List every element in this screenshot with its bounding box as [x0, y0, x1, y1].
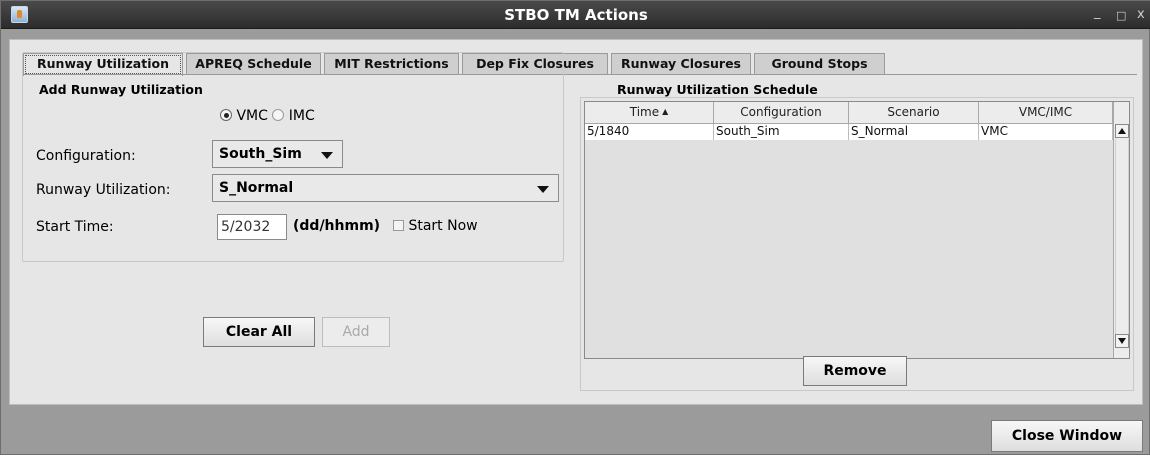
title-bar[interactable]: STBO TM Actions _ □ x — [1, 1, 1150, 29]
chevron-down-icon — [537, 186, 549, 193]
tab-ground-stops[interactable]: Ground Stops — [754, 53, 885, 74]
scrollbar-track[interactable] — [1115, 139, 1129, 334]
chevron-down-icon — [321, 152, 333, 159]
checkbox-icon — [393, 220, 404, 231]
remove-button[interactable]: Remove — [803, 356, 907, 386]
sort-ascending-icon: ▲ — [662, 107, 669, 116]
condition-radio-group: VMC IMC — [220, 108, 315, 124]
imc-radio[interactable]: IMC — [272, 108, 315, 124]
table-row[interactable]: 5/1840 South_Sim S_Normal VMC — [585, 124, 1113, 140]
vmc-radio[interactable]: VMC — [220, 108, 268, 124]
scroll-up-icon[interactable] — [1115, 124, 1129, 138]
column-header-configuration[interactable]: Configuration — [714, 102, 849, 124]
maximize-icon[interactable]: □ — [1116, 9, 1126, 22]
cell-vmc-imc: VMC — [979, 124, 1113, 140]
add-runway-utilization-title: Add Runway Utilization — [37, 82, 205, 97]
tab-runway-closures[interactable]: Runway Closures — [611, 53, 751, 74]
cell-scenario: S_Normal — [849, 124, 979, 140]
runway-utilization-dropdown[interactable]: S_Normal — [212, 174, 559, 202]
column-header-label: Time — [629, 105, 660, 119]
start-time-format: (dd/hhmm) — [293, 218, 381, 234]
radio-selected-icon — [220, 109, 232, 121]
add-button[interactable]: Add — [322, 317, 390, 347]
scroll-down-icon[interactable] — [1115, 334, 1129, 348]
column-header-time[interactable]: Time ▲ — [585, 102, 714, 124]
tab-label: Ground Stops — [771, 56, 868, 71]
configuration-value: South_Sim — [219, 146, 302, 162]
schedule-table: Time ▲ Configuration Scenario VMC/IMC 5/1… — [584, 101, 1130, 359]
column-header-scenario[interactable]: Scenario — [849, 102, 979, 124]
cell-configuration: South_Sim — [714, 124, 849, 140]
vertical-scrollbar[interactable] — [1113, 102, 1129, 358]
column-header-vmc-imc[interactable]: VMC/IMC — [979, 102, 1113, 124]
radio-unselected-icon — [272, 109, 285, 121]
window-title: STBO TM Actions — [504, 6, 648, 24]
vmc-label: VMC — [236, 108, 268, 124]
start-time-input[interactable]: 5/2032 — [217, 214, 287, 240]
start-now-checkbox[interactable]: Start Now — [393, 218, 478, 234]
footer-bar — [2, 406, 1149, 454]
table-header: Time ▲ Configuration Scenario VMC/IMC — [585, 102, 1113, 124]
tab-label: Runway Closures — [621, 56, 741, 71]
minimize-icon[interactable]: _ — [1094, 5, 1101, 20]
configuration-label: Configuration: — [36, 148, 136, 164]
runway-utilization-label: Runway Utilization: — [36, 182, 171, 198]
start-time-label: Start Time: — [36, 219, 114, 235]
stbo-tm-actions-window: STBO TM Actions _ □ x Runway Utilization… — [0, 0, 1150, 455]
schedule-title: Runway Utilization Schedule — [617, 82, 818, 97]
imc-label: IMC — [288, 108, 315, 124]
cell-time: 5/1840 — [585, 124, 714, 140]
start-now-label: Start Now — [408, 218, 478, 234]
runway-utilization-value: S_Normal — [219, 180, 294, 196]
clear-all-button[interactable]: Clear All — [203, 317, 315, 347]
close-window-button[interactable]: Close Window — [991, 420, 1143, 452]
configuration-dropdown[interactable]: South_Sim — [212, 140, 343, 168]
close-icon[interactable]: x — [1137, 7, 1145, 22]
